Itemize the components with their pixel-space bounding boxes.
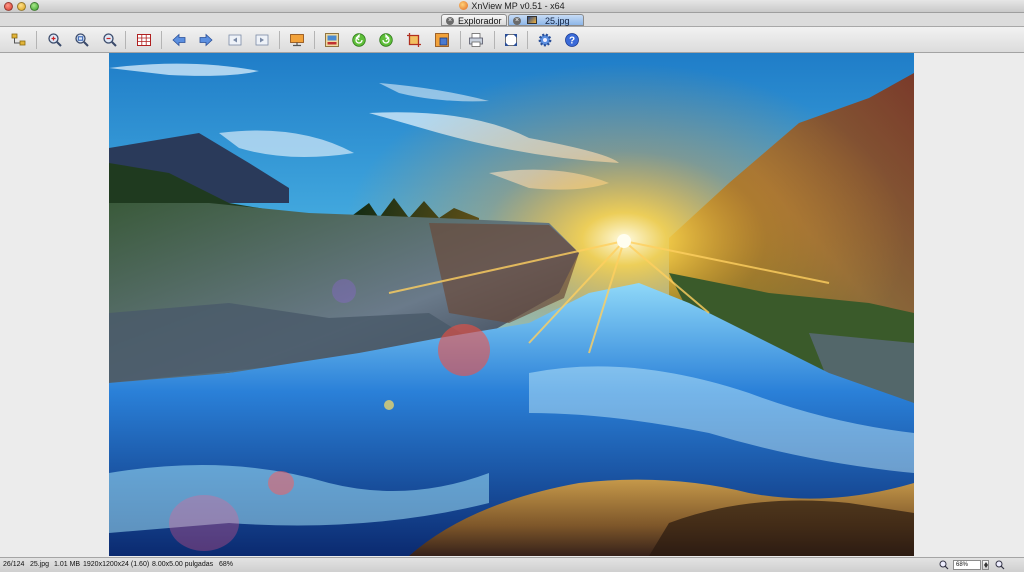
tab-explorador[interactable]: × Explorador	[441, 14, 507, 26]
slideshow-icon[interactable]	[288, 31, 306, 49]
toolbar-separator	[36, 31, 37, 49]
previous-arrow-icon[interactable]	[170, 31, 188, 49]
tab-image-25[interactable]: × 25.jpg	[508, 14, 584, 26]
properties-icon[interactable]	[323, 31, 341, 49]
toolbar-separator	[527, 31, 528, 49]
zoom-field[interactable]: 68%	[953, 560, 981, 570]
image-filename: 25.jpg	[30, 561, 50, 568]
tab-label: 25.jpg	[545, 16, 570, 26]
zoom-in-icon[interactable]	[46, 31, 64, 49]
toolbar-separator	[494, 31, 495, 49]
image-dimensions: 1920x1200x24 (1.60)	[83, 561, 150, 568]
tab-label: Explorador	[458, 16, 502, 26]
image-filesize: 1.01 MB	[54, 561, 81, 568]
toolbar-separator	[125, 31, 126, 49]
zoom-fit-icon[interactable]	[73, 31, 91, 49]
window-title: XnView MP v0.51 - x64	[471, 1, 565, 11]
first-page-icon[interactable]	[226, 31, 244, 49]
image-thumbnail-icon	[527, 16, 537, 24]
last-page-icon[interactable]	[253, 31, 271, 49]
toolbar-separator	[161, 31, 162, 49]
title-bar: XnView MP v0.51 - x64	[0, 0, 1024, 13]
image-print-size: 8.00x5.00 pulgadas	[152, 561, 214, 568]
image-position: 26/124	[3, 561, 25, 568]
window-title-area: XnView MP v0.51 - x64	[0, 0, 1024, 13]
image-viewer[interactable]	[0, 53, 1024, 557]
print-icon[interactable]	[467, 31, 485, 49]
rotate-left-icon[interactable]	[350, 31, 368, 49]
settings-gear-icon[interactable]	[536, 31, 554, 49]
tab-close-icon[interactable]: ×	[513, 17, 521, 25]
toolbar: ?	[0, 27, 1024, 53]
svg-text:?: ?	[569, 36, 575, 47]
toolbar-separator	[314, 31, 315, 49]
help-icon[interactable]: ?	[563, 31, 581, 49]
zoom-percent: 68%	[219, 561, 234, 568]
app-logo-icon	[459, 1, 469, 10]
next-arrow-icon[interactable]	[197, 31, 215, 49]
resize-icon[interactable]	[433, 31, 451, 49]
rotate-right-icon[interactable]	[377, 31, 395, 49]
crop-icon[interactable]	[405, 31, 423, 49]
toolbar-separator	[279, 31, 280, 49]
tab-strip: × Explorador × 25.jpg	[0, 13, 1024, 27]
zoom-stepper[interactable]	[982, 560, 989, 570]
displayed-photo[interactable]	[109, 53, 914, 556]
grid-view-icon[interactable]	[135, 31, 153, 49]
tab-close-icon[interactable]: ×	[446, 17, 454, 25]
zoom-out-icon[interactable]	[101, 31, 119, 49]
status-bar: 26/124 25.jpg 1.01 MB 1920x1200x24 (1.60…	[0, 557, 1024, 572]
zoom-in-small-icon[interactable]	[939, 560, 949, 570]
browser-tree-icon[interactable]	[10, 31, 28, 49]
fullscreen-icon[interactable]	[502, 31, 520, 49]
toolbar-separator	[460, 31, 461, 49]
zoom-out-small-icon[interactable]	[995, 560, 1005, 570]
